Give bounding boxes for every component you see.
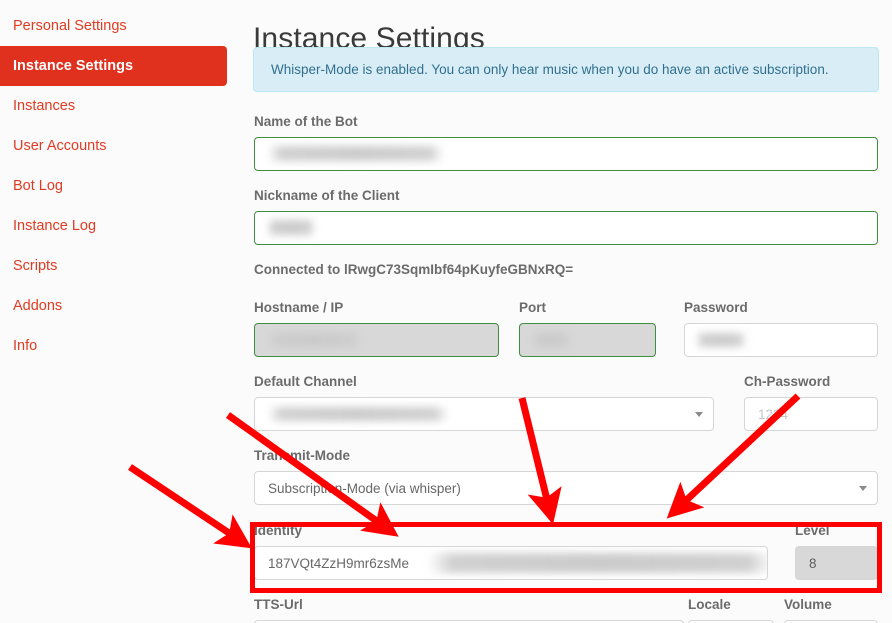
sidebar-item-label: Bot Log [13,178,63,194]
label-transmit-mode: Transmit-Mode [254,448,351,463]
password-input[interactable] [684,323,878,357]
redacted-value [697,333,745,347]
sidebar-item-label: Scripts [13,258,58,274]
redacted-value [533,333,569,347]
label-tts-url: TTS-Url [254,597,303,612]
hostname-input[interactable] [254,323,499,357]
ch-password-input[interactable]: 1234 [744,397,878,431]
label-default-channel: Default Channel [254,374,357,389]
level-value: 8 [809,555,817,571]
label-password: Password [684,300,748,315]
app-window: Personal Settings Instance Settings Inst… [0,0,892,623]
label-hostname: Hostname / IP [254,300,344,315]
sidebar-item-label: Instance Settings [13,58,134,74]
label-identity: Identity [254,523,303,538]
label-port: Port [519,300,546,315]
port-input[interactable] [519,323,656,357]
sidebar-item-bot-log[interactable]: Bot Log [0,166,227,206]
sidebar-item-user-accounts[interactable]: User Accounts [0,126,227,166]
sidebar-item-label: Info [13,338,38,354]
ch-password-placeholder: 1234 [758,406,789,422]
label-volume: Volume [784,597,832,612]
sidebar-item-scripts[interactable]: Scripts [0,246,227,286]
whisper-mode-alert: Whisper-Mode is enabled. You can only he… [253,47,879,92]
bot-name-input[interactable] [254,137,878,171]
sidebar-item-label: Addons [13,298,63,314]
redacted-value [268,333,360,347]
redacted-value [428,553,767,573]
label-bot-name: Name of the Bot [254,114,358,129]
label-ch-password: Ch-Password [744,374,831,389]
alert-text: Whisper-Mode is enabled. You can only he… [271,62,829,77]
redacted-value [268,220,314,235]
transmit-mode-value: Subscription-Mode (via whisper) [268,480,461,496]
connected-to-text: Connected to lRwgC73SqmIbf64pKuyfeGBNxRQ… [254,262,574,277]
chevron-down-icon [859,486,867,491]
sidebar-item-label: Instance Log [13,218,97,234]
sidebar-item-label: Instances [13,98,76,114]
sidebar-item-info[interactable]: Info [0,326,227,366]
label-client-nickname: Nickname of the Client [254,188,400,203]
sidebar-item-instance-settings[interactable]: Instance Settings [0,46,227,86]
identity-value: 187VQt4ZzH9mr6zsMe [268,555,410,571]
label-locale: Locale [688,597,731,612]
redacted-value [268,407,448,421]
sidebar-item-addons[interactable]: Addons [0,286,227,326]
default-channel-select[interactable] [254,397,714,431]
sidebar-item-instance-log[interactable]: Instance Log [0,206,227,246]
sidebar-item-label: User Accounts [13,138,107,154]
client-nickname-input[interactable] [254,211,878,245]
sidebar-item-label: Personal Settings [13,18,127,34]
redacted-value [268,146,443,161]
label-level: Level [795,523,830,538]
main-content: Instance Settings Whisper-Mode is enable… [240,0,892,623]
transmit-mode-select[interactable]: Subscription-Mode (via whisper) [254,471,878,505]
chevron-down-icon [695,412,703,417]
sidebar-item-personal-settings[interactable]: Personal Settings [0,6,227,46]
sidebar-item-instances[interactable]: Instances [0,86,227,126]
sidebar: Personal Settings Instance Settings Inst… [0,0,240,623]
identity-input[interactable]: 187VQt4ZzH9mr6zsMe [254,546,768,580]
level-input[interactable]: 8 [795,546,878,580]
